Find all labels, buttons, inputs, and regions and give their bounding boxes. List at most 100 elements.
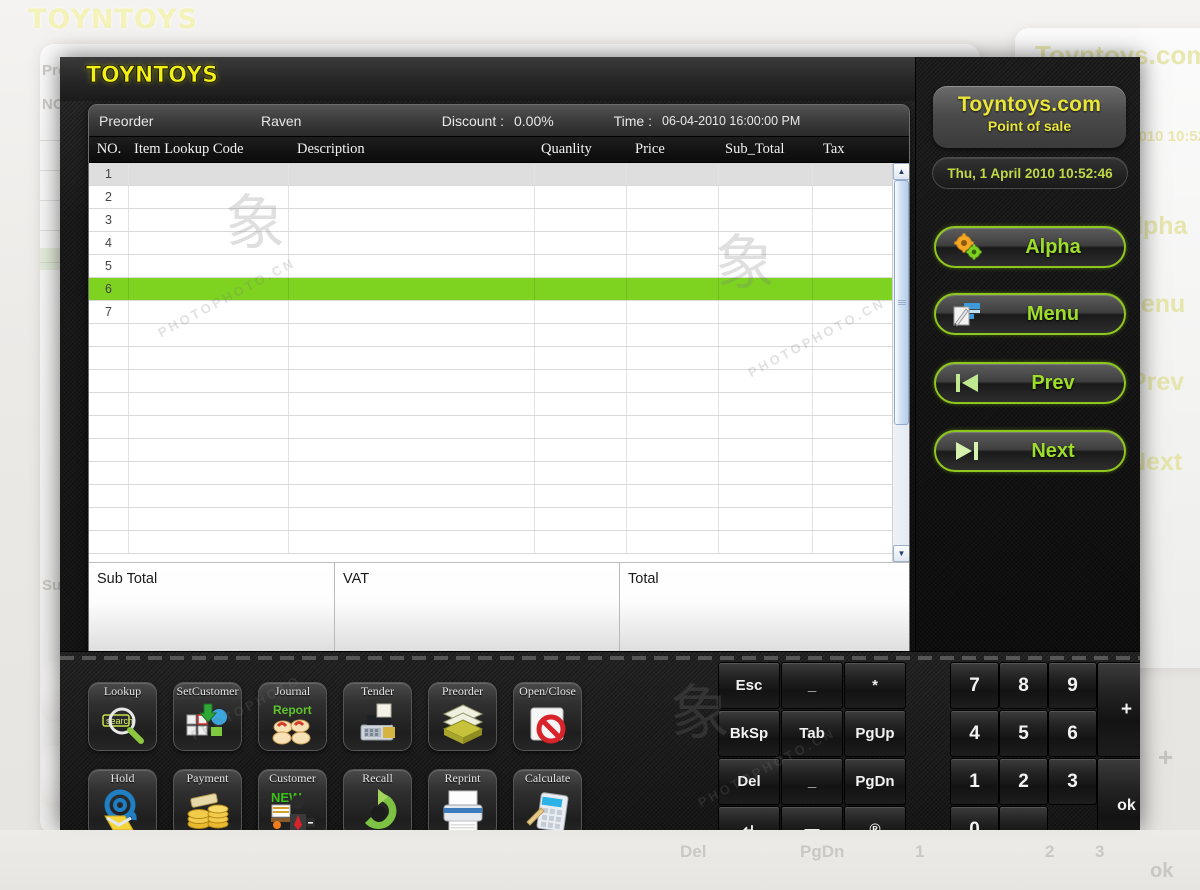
- grid-cell-description[interactable]: [289, 416, 535, 438]
- grid-cell-quantity[interactable]: [535, 232, 627, 254]
- key-esc[interactable]: Esc: [718, 662, 780, 709]
- next-button[interactable]: Next: [934, 430, 1126, 472]
- grid-cell-code[interactable]: [129, 508, 289, 530]
- grid-cell-tax[interactable]: [813, 393, 892, 415]
- grid-cell-quantity[interactable]: [535, 163, 627, 185]
- grid-cell-description[interactable]: [289, 186, 535, 208]
- scroll-down-button[interactable]: ▼: [893, 545, 909, 562]
- table-row[interactable]: 4: [89, 232, 892, 255]
- grid-cell-description[interactable]: [289, 347, 535, 369]
- grid-cell-code[interactable]: [129, 393, 289, 415]
- table-row[interactable]: 2: [89, 186, 892, 209]
- grid-cell-tax[interactable]: [813, 416, 892, 438]
- grid-cell-sub-total[interactable]: [719, 393, 813, 415]
- grid-cell-code[interactable]: [129, 347, 289, 369]
- grid-cell-description[interactable]: [289, 508, 535, 530]
- grid-cell-quantity[interactable]: [535, 255, 627, 277]
- key-2[interactable]: 2: [999, 758, 1048, 805]
- table-row[interactable]: [89, 347, 892, 370]
- grid-cell-code[interactable]: [129, 531, 289, 553]
- grid-cell-no[interactable]: [89, 439, 129, 461]
- grid-cell-quantity[interactable]: [535, 439, 627, 461]
- key-enter[interactable]: ↵: [718, 806, 780, 830]
- table-row[interactable]: [89, 508, 892, 531]
- tender-button[interactable]: Tender: [343, 682, 412, 751]
- grid-cell-price[interactable]: [627, 416, 719, 438]
- grid-cell-quantity[interactable]: [535, 531, 627, 553]
- table-row[interactable]: [89, 393, 892, 416]
- grid-cell-no[interactable]: 5: [89, 255, 129, 277]
- preorder-button[interactable]: Preorder: [428, 682, 497, 751]
- grid-cell-tax[interactable]: [813, 370, 892, 392]
- grid-cell-quantity[interactable]: [535, 370, 627, 392]
- grid-cell-code[interactable]: [129, 301, 289, 323]
- key-5[interactable]: 5: [999, 710, 1048, 757]
- grid-cell-sub-total[interactable]: [719, 186, 813, 208]
- grid-cell-no[interactable]: [89, 393, 129, 415]
- line-item-grid[interactable]: 1234567 ▲ ▼: [89, 163, 909, 562]
- grid-cell-code[interactable]: [129, 163, 289, 185]
- grid-cell-code[interactable]: [129, 439, 289, 461]
- grid-cell-description[interactable]: [289, 370, 535, 392]
- alpha-button[interactable]: Alpha: [934, 226, 1126, 268]
- grid-cell-code[interactable]: [129, 485, 289, 507]
- key-del[interactable]: Del: [718, 758, 780, 805]
- grid-cell-tax[interactable]: [813, 209, 892, 231]
- grid-cell-tax[interactable]: [813, 301, 892, 323]
- grid-cell-price[interactable]: [627, 186, 719, 208]
- grid-cell-description[interactable]: [289, 278, 535, 300]
- grid-cell-quantity[interactable]: [535, 508, 627, 530]
- lookup-button[interactable]: Lookup search: [88, 682, 157, 751]
- grid-cell-code[interactable]: [129, 370, 289, 392]
- grid-cell-tax[interactable]: [813, 462, 892, 484]
- grid-cell-price[interactable]: [627, 163, 719, 185]
- grid-vertical-scrollbar[interactable]: ▲ ▼: [892, 163, 909, 562]
- grid-cell-tax[interactable]: [813, 347, 892, 369]
- grid-cell-price[interactable]: [627, 462, 719, 484]
- grid-cell-sub-total[interactable]: [719, 508, 813, 530]
- grid-cell-sub-total[interactable]: [719, 163, 813, 185]
- key-pgdn[interactable]: PgDn: [844, 758, 906, 805]
- grid-cell-price[interactable]: [627, 531, 719, 553]
- key-4[interactable]: 4: [950, 710, 999, 757]
- table-row[interactable]: [89, 462, 892, 485]
- key-reg[interactable]: ®: [844, 806, 906, 830]
- key-plus[interactable]: +: [1097, 662, 1140, 757]
- grid-cell-no[interactable]: 3: [89, 209, 129, 231]
- key-minus2[interactable]: _: [781, 758, 843, 805]
- payment-button[interactable]: Payment: [173, 769, 242, 830]
- key-7[interactable]: 7: [950, 662, 999, 709]
- grid-cell-tax[interactable]: [813, 278, 892, 300]
- grid-cell-no[interactable]: [89, 485, 129, 507]
- grid-cell-no[interactable]: [89, 370, 129, 392]
- grid-cell-price[interactable]: [627, 255, 719, 277]
- setcustomer-button[interactable]: SetCustomer: [173, 682, 242, 751]
- recall-button[interactable]: Recall: [343, 769, 412, 830]
- grid-cell-description[interactable]: [289, 255, 535, 277]
- journal-button[interactable]: Journal Report: [258, 682, 327, 751]
- grid-cell-tax[interactable]: [813, 508, 892, 530]
- grid-cell-description[interactable]: [289, 393, 535, 415]
- grid-cell-quantity[interactable]: [535, 324, 627, 346]
- grid-cell-quantity[interactable]: [535, 485, 627, 507]
- grid-cell-price[interactable]: [627, 347, 719, 369]
- grid-cell-sub-total[interactable]: [719, 324, 813, 346]
- grid-cell-price[interactable]: [627, 301, 719, 323]
- grid-cell-quantity[interactable]: [535, 186, 627, 208]
- grid-cell-description[interactable]: [289, 232, 535, 254]
- grid-cell-sub-total[interactable]: [719, 531, 813, 553]
- grid-cell-no[interactable]: [89, 416, 129, 438]
- openclose-button[interactable]: Open/Close: [513, 682, 582, 751]
- calculate-button[interactable]: Calculate: [513, 769, 582, 830]
- grid-cell-no[interactable]: 7: [89, 301, 129, 323]
- key-tab[interactable]: Tab: [781, 710, 843, 757]
- hold-button[interactable]: Hold: [88, 769, 157, 830]
- grid-cell-code[interactable]: [129, 416, 289, 438]
- key-bksp[interactable]: BkSp: [718, 710, 780, 757]
- grid-cell-no[interactable]: [89, 347, 129, 369]
- grid-cell-tax[interactable]: [813, 163, 892, 185]
- grid-cell-sub-total[interactable]: [719, 462, 813, 484]
- grid-cell-price[interactable]: [627, 508, 719, 530]
- scrollbar-track[interactable]: [893, 180, 909, 545]
- grid-cell-sub-total[interactable]: [719, 278, 813, 300]
